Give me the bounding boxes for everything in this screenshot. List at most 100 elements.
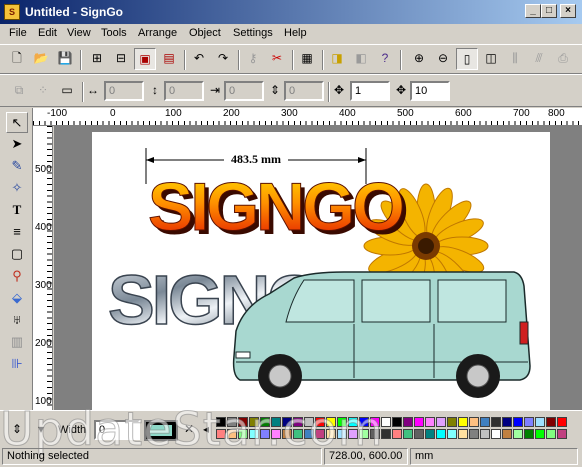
- palette-swatch[interactable]: [436, 417, 446, 427]
- minimize-button[interactable]: _: [525, 4, 541, 18]
- palette-swatch[interactable]: [260, 417, 270, 427]
- palette-swatch[interactable]: [557, 429, 567, 439]
- menu-arrange[interactable]: Arrange: [138, 27, 177, 39]
- palette-swatch[interactable]: [491, 429, 501, 439]
- help-pointer-icon[interactable]: ?: [374, 48, 396, 70]
- palette-swatch[interactable]: [524, 429, 534, 439]
- palette-swatch[interactable]: [458, 417, 468, 427]
- undo-icon[interactable]: ↶: [188, 48, 210, 70]
- cascade-icon[interactable]: ⫻: [528, 48, 550, 70]
- select-frame-icon[interactable]: ⧉: [8, 80, 30, 102]
- outline-width-field[interactable]: 0: [94, 420, 140, 440]
- palette-swatch[interactable]: [238, 429, 248, 439]
- palette-swatch[interactable]: [271, 417, 281, 427]
- palette-swatch[interactable]: [458, 429, 468, 439]
- palette-swatch[interactable]: [480, 429, 490, 439]
- freehand-tool-icon[interactable]: ✎: [6, 156, 28, 177]
- palette-swatch[interactable]: [326, 429, 336, 439]
- palette-swatch[interactable]: [447, 429, 457, 439]
- group-icon[interactable]: ⊞: [86, 48, 108, 70]
- node-tool-icon[interactable]: ➤: [6, 134, 28, 155]
- palette-swatch[interactable]: [304, 429, 314, 439]
- page-view-icon[interactable]: ▯: [456, 48, 478, 70]
- color-palette[interactable]: [216, 417, 580, 443]
- menu-help[interactable]: Help: [284, 27, 307, 39]
- lines-tool-icon[interactable]: ≡: [6, 222, 28, 243]
- palette-swatch[interactable]: [557, 417, 567, 427]
- menu-file[interactable]: File: [9, 27, 27, 39]
- palette-swatch[interactable]: [546, 417, 556, 427]
- palette-swatch[interactable]: [271, 429, 281, 439]
- goblet-tool-icon[interactable]: ♅: [6, 310, 28, 331]
- palette-swatch[interactable]: [304, 417, 314, 427]
- key-icon[interactable]: ⚷: [242, 48, 264, 70]
- palette-swatch[interactable]: [216, 429, 226, 439]
- zoom-in-icon[interactable]: ⊕: [408, 48, 430, 70]
- palette-swatch[interactable]: [315, 417, 325, 427]
- palette-swatch[interactable]: [480, 417, 490, 427]
- spin-updown-icon[interactable]: ⇕: [8, 419, 26, 441]
- palette-swatch[interactable]: [348, 417, 358, 427]
- ungroup-icon[interactable]: ⊟: [110, 48, 132, 70]
- palette-swatch[interactable]: [535, 417, 545, 427]
- palette-swatch[interactable]: [282, 429, 292, 439]
- palette-swatch[interactable]: [216, 417, 226, 427]
- eyedropper-tool-icon[interactable]: ⚲: [6, 266, 28, 287]
- current-color-swatch[interactable]: [144, 420, 178, 441]
- pointer-tool-icon[interactable]: ↖: [6, 112, 28, 133]
- save-icon[interactable]: 💾: [54, 48, 76, 70]
- palette-swatch[interactable]: [392, 429, 402, 439]
- palette-swatch[interactable]: [403, 417, 413, 427]
- palette-swatch[interactable]: [513, 417, 523, 427]
- back-icon[interactable]: ▤: [158, 48, 180, 70]
- preview-icon[interactable]: ◫: [480, 48, 502, 70]
- outline-icon[interactable]: ◧: [350, 48, 372, 70]
- palette-swatch[interactable]: [337, 429, 347, 439]
- palette-swatch[interactable]: [392, 417, 402, 427]
- y-field[interactable]: 0: [164, 81, 204, 101]
- zoom-out-icon[interactable]: ⊖: [432, 48, 454, 70]
- van-image[interactable]: [232, 271, 531, 398]
- palette-swatch[interactable]: [535, 429, 545, 439]
- palette-swatch[interactable]: [293, 417, 303, 427]
- palette-swatch[interactable]: [469, 429, 479, 439]
- palette-swatch[interactable]: [425, 417, 435, 427]
- close-button[interactable]: ×: [560, 4, 576, 18]
- shape-tool-icon[interactable]: ✧: [6, 178, 28, 199]
- new-icon[interactable]: 🗋: [6, 48, 28, 70]
- weed-tool-icon[interactable]: ▥: [6, 332, 28, 353]
- palette-swatch[interactable]: [502, 417, 512, 427]
- menu-object[interactable]: Object: [189, 27, 221, 39]
- palette-swatch[interactable]: [348, 429, 358, 439]
- palette-swatch[interactable]: [491, 417, 501, 427]
- palette-swatch[interactable]: [282, 417, 292, 427]
- palette-swatch[interactable]: [326, 417, 336, 427]
- dots-icon[interactable]: ⁘: [32, 80, 54, 102]
- redo-icon[interactable]: ↷: [212, 48, 234, 70]
- palette-swatch[interactable]: [425, 429, 435, 439]
- dropdown-arrow-icon[interactable]: ▾: [30, 419, 52, 441]
- palette-swatch[interactable]: [227, 417, 237, 427]
- fill-tool-icon[interactable]: ⬙: [6, 288, 28, 309]
- palette-swatch[interactable]: [381, 417, 391, 427]
- maximize-button[interactable]: □: [541, 4, 557, 18]
- front-icon[interactable]: ▣: [134, 48, 156, 70]
- palette-swatch[interactable]: [381, 429, 391, 439]
- palette-swatch[interactable]: [260, 429, 270, 439]
- palette-swatch[interactable]: [249, 429, 259, 439]
- rect-icon[interactable]: ▭: [56, 80, 78, 102]
- signgo-app-icon[interactable]: S: [4, 4, 20, 20]
- width-field[interactable]: 0: [224, 81, 264, 101]
- palette-swatch[interactable]: [370, 417, 380, 427]
- menu-settings[interactable]: Settings: [233, 27, 273, 39]
- x-field[interactable]: 0: [104, 81, 144, 101]
- text-tool-icon[interactable]: T: [6, 200, 28, 221]
- palette-swatch[interactable]: [469, 417, 479, 427]
- tile-icon[interactable]: ⫼: [504, 48, 526, 70]
- palette-swatch[interactable]: [359, 429, 369, 439]
- palette-swatch[interactable]: [293, 429, 303, 439]
- open-icon[interactable]: 📂: [30, 48, 52, 70]
- palette-swatch[interactable]: [502, 429, 512, 439]
- fill-icon[interactable]: ◨: [326, 48, 348, 70]
- menu-tools[interactable]: Tools: [101, 27, 127, 39]
